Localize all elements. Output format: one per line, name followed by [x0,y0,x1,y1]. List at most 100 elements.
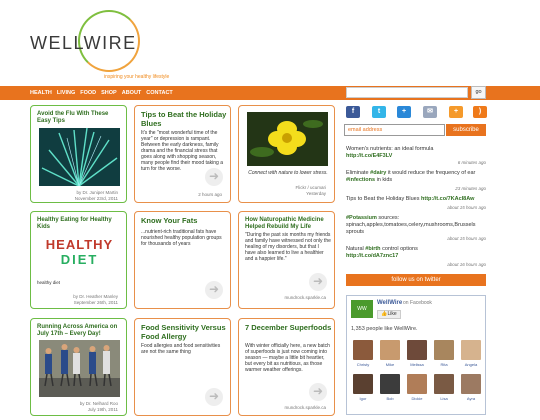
email-icon[interactable]: ✉ [423,106,437,118]
fan-avatar[interactable] [434,374,454,394]
tweet-3: Tips to Beat the Holiday Blues http://t.… [346,196,486,203]
tweet-time: about 15 hours ago [447,205,486,210]
fan-name: Lisa [440,396,448,401]
article-card-flu[interactable]: Avoid the Flu With These Easy Tips by Dr… [30,105,127,203]
article-card-holiday-blues[interactable]: Tips to Beat the Holiday Blues It's the … [134,105,231,203]
tweet-time: about 16 hours ago [447,262,486,267]
hashtag-potassium[interactable]: #Potassium [346,215,377,221]
nav-shop[interactable]: SHOP [101,88,117,98]
card-title[interactable]: 7 December Superfoods [245,323,333,333]
article-card-healthy-kids[interactable]: Healthy Eating for Healthy Kids HEALTHY … [30,211,127,309]
fan-name: Igor [359,396,367,401]
article-card-food-sensitivity[interactable]: Food Sensitivity Versus Food Allergy Foo… [134,318,231,416]
fb-page-name[interactable]: WellWire [377,300,402,306]
tweet-time: about 15 hours ago [447,236,486,241]
card-title[interactable]: Tips to Beat the Holiday Blues [141,110,229,128]
fan-avatar[interactable] [353,340,373,360]
article-card-naturopathic[interactable]: How Naturopathic Medicine Helped Rebuild… [238,211,335,309]
card-title[interactable]: How Naturopathic Medicine Helped Rebuild… [245,217,331,231]
arrow-right-icon[interactable]: ➜ [205,388,223,406]
fan-name: Dickie [411,396,423,401]
fan-name: Bob [386,396,394,401]
tweet-link[interactable]: http://t.co/7KAcI8Aw [421,196,474,202]
subscribe-button[interactable]: subscribe [446,124,486,136]
card-title[interactable]: Avoid the Flu With These Easy Tips [37,111,123,125]
card-title[interactable]: Know Your Fats [141,216,229,226]
card-meta: 2 hours ago [198,192,222,197]
tweet-text: it would reduce the frequency of ear [387,170,476,176]
tweet-1: Women's nutrients: an ideal formula http… [346,146,486,160]
bookmark-plus-icon[interactable]: + [449,106,463,118]
fan-name: Angela [464,362,478,367]
art-word-diet: DIET [60,252,99,267]
nav-health[interactable]: HEALTH [30,88,52,98]
card-meta: by Dr. Juniper Martin November 23rd, 201… [74,190,118,201]
fan-avatar[interactable] [353,374,373,394]
rss-icon[interactable]: ) [473,106,487,118]
card-image-flu [39,128,120,186]
card-title[interactable]: Running Across America on July 17th – Ev… [37,324,123,338]
nav-food[interactable]: FOOD [80,88,96,98]
card-image-healthy-diet: HEALTHY DIET [39,237,120,277]
card-meta: mundrock.sparkle.ca [284,405,326,410]
card-title[interactable]: Food Sensitivity Versus Food Allergy [141,323,229,341]
tweet-text: Natural [346,246,364,252]
nav-about[interactable]: ABOUT [122,88,142,98]
search-input[interactable] [346,87,468,98]
google-plus-icon[interactable]: + [397,106,411,118]
facebook-like-box: WW WellWire on Facebook 👍Like 1,353 peop… [346,295,486,415]
fb-on-label: on Facebook [403,300,432,306]
arrow-right-icon[interactable]: ➜ [309,383,327,401]
tweet-4: #Potassium sources: spinach,apples,tomat… [346,215,486,236]
page: WELLWIRE inspiring your healthy lifestyl… [0,0,540,420]
fan-avatar[interactable] [407,340,427,360]
tweet-link[interactable]: http://t.co/dA7znc17 [346,253,398,259]
nav-contact[interactable]: CONTACT [146,88,172,98]
wellwire-logo[interactable]: WELLWIRE inspiring your healthy lifestyl… [30,10,170,85]
fb-like-label: Like [387,311,397,317]
fan-name: Ayra [466,396,476,401]
nav-living[interactable]: LIVING [57,88,75,98]
fan-avatar[interactable] [461,340,481,360]
fb-like-count: 1,353 people like WellWire. [351,326,418,332]
article-card-nature[interactable]: Connect with nature to lower stress. Fli… [238,105,335,203]
card-excerpt: With winter officially here, a new batch… [245,343,330,373]
fan-name: Rita [440,362,448,367]
card-excerpt: "During the past six months my friends a… [245,232,331,262]
hashtag-birth[interactable]: #birth [365,246,380,252]
hashtag-infections[interactable]: #infections [346,177,375,183]
tweet-5: Natural #birth control options http://t.… [346,246,486,260]
tweet-text: in kids [376,177,393,183]
tweet-link[interactable]: http://t.co/E4F3LV [346,153,392,159]
arrow-right-icon[interactable]: ➜ [205,281,223,299]
card-excerpt: It's the "most wonderful time of the yea… [141,130,223,172]
fan-avatar[interactable] [380,340,400,360]
search-go-button[interactable]: go [471,86,486,99]
email-signup-input[interactable]: email address [344,124,445,136]
image-caption: Connect with nature to lower stress. [248,170,328,176]
arrow-right-icon[interactable]: ➜ [205,168,223,186]
article-card-running[interactable]: Running Across America on July 17th – Ev… [30,318,127,416]
article-card-fats[interactable]: Know Your Fats ...nutrient-rich traditio… [134,211,231,309]
card-title[interactable]: Healthy Eating for Healthy Kids [37,217,123,231]
card-image-runners [39,340,120,397]
card-meta: by Dr. Nelhard Roo July 19th, 2011 [79,401,118,412]
fan-avatar[interactable] [380,374,400,394]
card-image-flower [247,112,328,166]
fan-avatar[interactable] [434,340,454,360]
fan-avatar[interactable] [461,374,481,394]
card-meta: mundrock.sparkle.ca [284,295,326,300]
arrow-right-icon[interactable]: ➜ [309,273,327,291]
hashtag-dairy[interactable]: #dairy [370,170,386,176]
fb-like-button[interactable]: 👍Like [377,310,401,319]
fan-avatar[interactable] [407,374,427,394]
tweet-text: Tips to Beat the Holiday Blues [346,196,420,202]
article-card-superfoods[interactable]: 7 December Superfoods With winter offici… [238,318,335,416]
follow-twitter-button[interactable]: follow us on twitter [346,274,486,286]
fan-name: Melissa [410,362,424,367]
card-meta: Flickr / ucumari Yesterday [295,185,326,196]
twitter-icon[interactable]: t [372,106,386,118]
image-caption: healthy diet [37,280,61,285]
facebook-icon[interactable]: f [346,106,360,118]
wellwire-fb-avatar[interactable]: WW [351,300,373,318]
